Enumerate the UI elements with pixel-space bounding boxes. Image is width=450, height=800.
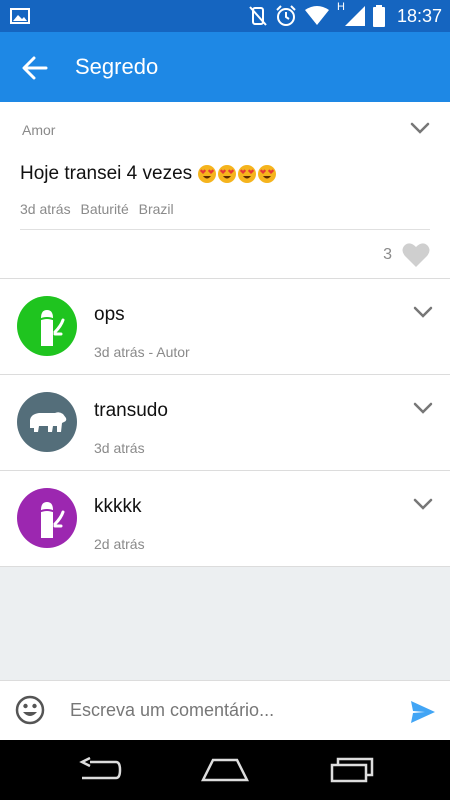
post-category: Amor [22,122,56,138]
network-type-label: H [337,1,345,13]
post-country: Brazil [138,201,174,217]
phallus-icon [38,310,65,346]
page-title: Segredo [75,54,159,79]
comment-input-bar [0,680,450,741]
smiley-icon[interactable] [15,695,45,725]
comment-item: transudo 3d atrás [0,375,450,471]
secret-post: Amor Hoje transei 4 vezes 3d atrás Batur… [0,102,450,279]
comment-item: ops 3d atrás - Autor [0,279,450,375]
heart-icon[interactable] [402,242,430,268]
back-nav-icon[interactable] [78,757,122,783]
post-time: 3d atrás [20,201,71,217]
post-city: Baturité [80,201,129,217]
battery-icon [372,5,385,27]
app-bar: Segredo [0,32,450,102]
chevron-down-icon[interactable] [413,402,433,414]
heart-eyes-emoji-icon [258,165,277,183]
heart-eyes-emoji-icon [238,165,257,183]
comment-time: 3d atrás [94,440,145,456]
navigation-bar [0,740,450,800]
heart-eyes-emoji-group [198,165,277,183]
recents-nav-icon[interactable] [330,757,374,783]
image-icon [10,8,30,24]
signal-icon [344,6,365,26]
post-text-row: Hoje transei 4 vezes [20,163,277,185]
like-count: 3 [383,246,392,263]
comment-author: transudo [94,400,168,421]
wifi-icon [305,6,329,25]
avatar [17,488,77,548]
alarm-icon [276,5,296,26]
chevron-down-icon[interactable] [410,122,430,134]
divider [20,229,430,230]
post-meta: 3d atrás Baturité Brazil [20,201,180,217]
status-bar: H 18:37 [0,0,450,32]
avatar [17,392,77,452]
comment-author: ops [94,304,125,325]
chevron-down-icon[interactable] [413,306,433,318]
comment-time: 3d atrás - Autor [94,344,190,360]
bear-icon [30,412,67,432]
comment-time: 2d atrás [94,536,145,552]
comment-author: kkkkk [94,496,142,517]
home-nav-icon[interactable] [201,757,249,783]
arrow-back-icon[interactable] [22,55,48,81]
vibrate-mute-icon [249,6,267,26]
phallus-icon [38,502,65,538]
avatar [17,296,77,356]
comment-input[interactable] [70,695,390,725]
post-text: Hoje transei 4 vezes [20,163,193,184]
clock-time: 18:37 [396,5,442,26]
comment-item: kkkkk 2d atrás [0,471,450,567]
heart-eyes-emoji-icon [218,165,237,183]
send-icon[interactable] [410,700,436,724]
chevron-down-icon[interactable] [413,498,433,510]
like-area: 3 [383,242,430,268]
heart-eyes-emoji-icon [198,165,217,183]
